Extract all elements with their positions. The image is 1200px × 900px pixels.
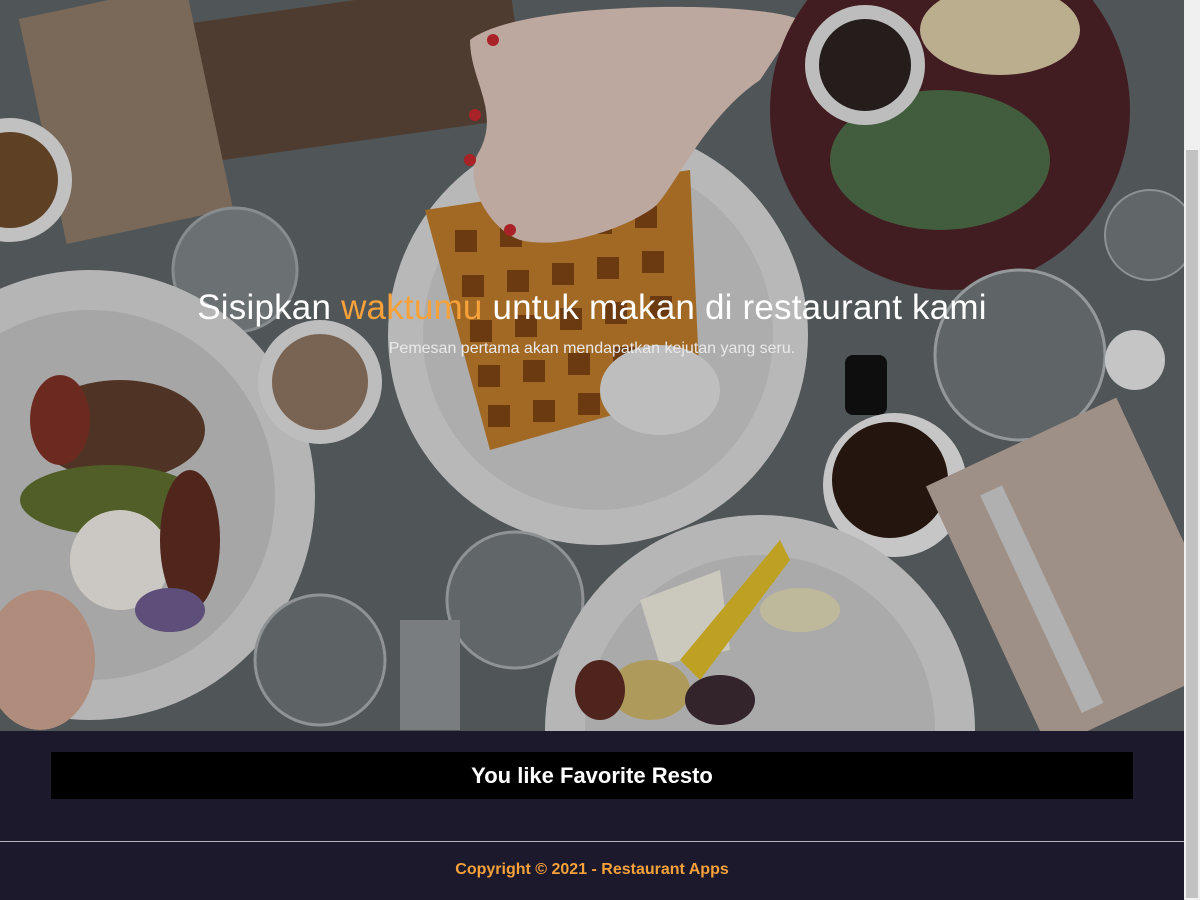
footer-copyright: Copyright © 2021 - Restaurant Apps xyxy=(455,861,729,878)
vertical-scrollbar[interactable] xyxy=(1184,0,1200,900)
hero-title: Sisipkan waktumu untuk makan di restaura… xyxy=(0,286,1184,330)
hero-subtitle: Pemesan pertama akan mendapatkan kejutan… xyxy=(388,340,796,357)
hero-overlay xyxy=(0,0,1184,731)
hero-title-accent: waktumu xyxy=(341,288,483,327)
page: Sisipkan waktumu untuk makan di restaura… xyxy=(0,0,1200,900)
favorite-heading: You like Favorite Resto xyxy=(51,752,1133,799)
hero-title-before: Sisipkan xyxy=(197,288,342,327)
main-content: You like Favorite Resto xyxy=(0,731,1184,841)
hero-section: Sisipkan waktumu untuk makan di restaura… xyxy=(0,0,1184,731)
footer: Copyright © 2021 - Restaurant Apps xyxy=(0,841,1184,900)
hero-title-after: untuk makan di restaurant kami xyxy=(482,288,987,327)
scrollbar-thumb[interactable] xyxy=(1186,150,1198,898)
hero-content: Sisipkan waktumu untuk makan di restaura… xyxy=(0,286,1184,360)
